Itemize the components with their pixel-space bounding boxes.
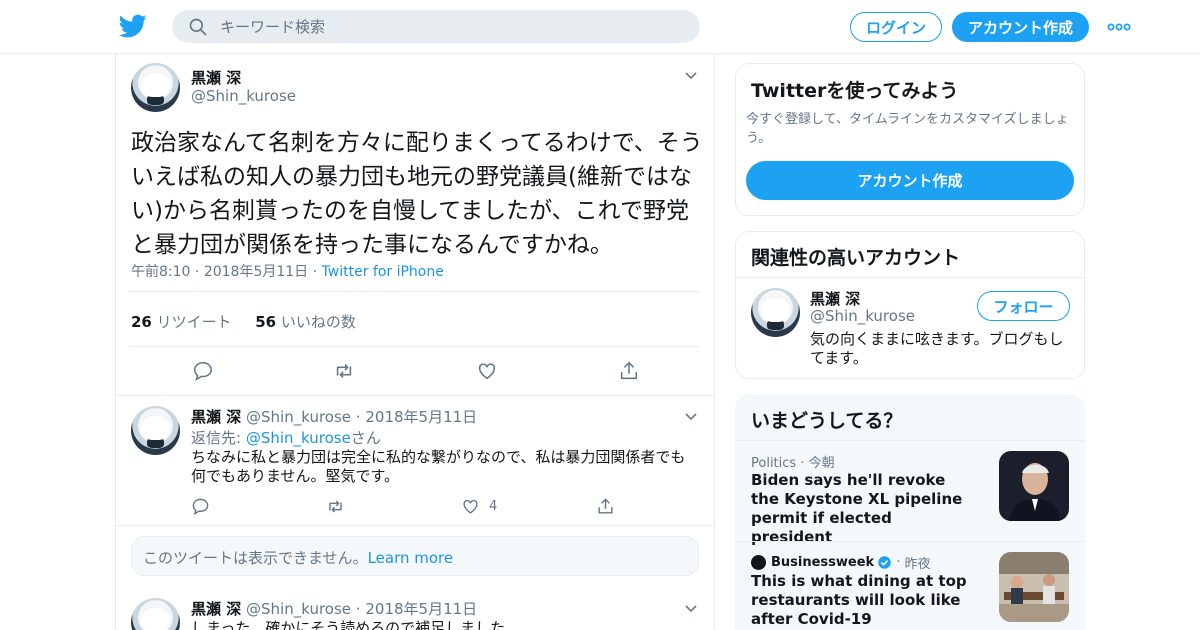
signup-card-title: Twitterを使ってみよう xyxy=(751,80,959,102)
signup-button[interactable]: アカウント作成 xyxy=(952,12,1089,42)
tweet-text: しまった、確かにそう読めるので補足しました xyxy=(191,619,506,630)
chevron-down-icon[interactable] xyxy=(684,604,698,614)
twitter-bird-icon[interactable] xyxy=(119,12,147,40)
meta-separator: · xyxy=(312,264,322,280)
unavailable-tweet-notice: このツイートは表示できません。Learn more xyxy=(131,536,699,576)
tweet-source-link[interactable]: Twitter for iPhone xyxy=(322,264,444,280)
retweet-stat[interactable]: 26 リツイート xyxy=(131,313,232,331)
meta-separator: · xyxy=(892,555,905,570)
reply-to-handle[interactable]: @Shin_kurose xyxy=(246,429,351,447)
avatar[interactable] xyxy=(131,598,180,630)
avatar[interactable] xyxy=(131,63,180,112)
tweet-stats: 26 リツイート 56 いいねの数 xyxy=(131,311,356,332)
tweet-time[interactable]: 午前8:10 xyxy=(131,264,190,280)
main-tweet: 黒瀬 深 @Shin_kurose 政治家なんて名刺を方々に配りまくってるわけで… xyxy=(116,54,714,396)
account-name[interactable]: 黒瀬 深 xyxy=(810,288,860,309)
tweet-actions: 4 xyxy=(191,497,631,517)
reply-icon[interactable] xyxy=(192,360,214,382)
trend-source: Businessweek · 昨夜 xyxy=(751,553,931,572)
retweet-icon[interactable] xyxy=(326,497,345,516)
chevron-down-icon[interactable] xyxy=(684,71,698,81)
divider xyxy=(129,346,699,347)
meta-separator: · xyxy=(355,408,361,426)
like-icon[interactable] xyxy=(476,360,498,382)
reply-to-prefix: 返信先: xyxy=(191,429,242,447)
reply-to-suffix: さん xyxy=(350,429,381,447)
signup-card-subtitle: 今すぐ登録して、タイムラインをカスタマイズしましょう。 xyxy=(746,112,1069,146)
divider xyxy=(129,291,699,292)
reply-tweet[interactable]: 黒瀬 深 @Shin_kurose · 2018年5月11日 返信先: @Shi… xyxy=(116,396,714,526)
avatar[interactable] xyxy=(131,406,180,455)
author-handle[interactable]: @Shin_kurose xyxy=(191,87,296,105)
author-handle[interactable]: @Shin_kurose xyxy=(246,408,351,426)
author-name[interactable]: 黒瀬 深 xyxy=(191,408,241,426)
follow-button[interactable]: フォロー xyxy=(977,291,1070,321)
account-handle[interactable]: @Shin_kurose xyxy=(810,307,915,325)
trend-item[interactable]: Businessweek · 昨夜 This is what dining at… xyxy=(736,541,1084,630)
search-bar[interactable] xyxy=(172,10,700,43)
trend-headline[interactable]: This is what dining at top restaurants w… xyxy=(751,572,971,629)
divider xyxy=(736,277,1084,278)
author-handle[interactable]: @Shin_kurose xyxy=(246,600,351,618)
meta-separator: · xyxy=(800,456,809,471)
learn-more-link[interactable]: Learn more xyxy=(368,549,454,567)
like-stat[interactable]: 56 いいねの数 xyxy=(255,313,356,331)
like-count: 4 xyxy=(489,499,498,514)
trend-category: Politics · 今朝 xyxy=(751,452,835,471)
retweet-label: リツイート xyxy=(156,313,232,331)
top-navigation-bar: ログイン アカウント作成 xyxy=(0,0,1200,54)
tweet-date[interactable]: 2018年5月11日 xyxy=(204,264,308,280)
reply-header: 黒瀬 深 @Shin_kurose · 2018年5月11日 xyxy=(191,406,477,427)
tweet-text: 政治家なんて名刺を方々に配りまくってるわけで、そういえば私の知人の暴力団も地元の… xyxy=(131,130,703,258)
search-icon xyxy=(189,18,207,35)
retweet-count: 26 xyxy=(131,313,152,331)
like-icon[interactable] xyxy=(461,497,480,516)
meta-separator: · xyxy=(355,600,361,618)
signup-card-button[interactable]: アカウント作成 xyxy=(746,161,1074,200)
trend-category-label[interactable]: Businessweek xyxy=(771,555,874,570)
tweet-text: ちなみに私と暴力団は完全に私的な繋がりなので、私は暴力団関係者でも何でもありませ… xyxy=(191,448,686,485)
reply-icon[interactable] xyxy=(191,497,210,516)
author-name[interactable]: 黒瀬 深 xyxy=(191,67,241,88)
verified-badge-icon xyxy=(878,556,891,569)
reply-tweet[interactable]: 黒瀬 深 @Shin_kurose · 2018年5月11日 しまった、確かにそ… xyxy=(116,588,714,630)
share-icon[interactable] xyxy=(596,497,615,516)
trend-thumbnail[interactable] xyxy=(999,451,1069,521)
relevant-accounts-card: 関連性の高いアカウント 黒瀬 深 @Shin_kurose フォロー 気の向くま… xyxy=(735,231,1085,379)
tweet-column: 黒瀬 深 @Shin_kurose 政治家なんて名刺を方々に配りまくってるわけで… xyxy=(115,54,715,630)
chevron-down-icon[interactable] xyxy=(684,412,698,422)
like-label: いいねの数 xyxy=(280,313,356,331)
share-icon[interactable] xyxy=(618,360,640,382)
like-count: 56 xyxy=(255,313,277,331)
avatar[interactable] xyxy=(751,288,800,337)
trend-thumbnail[interactable] xyxy=(999,552,1069,622)
trend-thumbnail-image xyxy=(999,451,1069,521)
tweet-date[interactable]: 2018年5月11日 xyxy=(365,408,477,426)
unavailable-text: このツイートは表示できません。 xyxy=(143,549,368,567)
tweet-actions xyxy=(192,358,652,384)
reply-header: 黒瀬 深 @Shin_kurose · 2018年5月11日 xyxy=(191,598,477,619)
account-bio: 気の向くままに呟きます。ブログもしてます。 xyxy=(810,330,1064,367)
reply-to: 返信先: @Shin_kuroseさん xyxy=(191,427,381,448)
trend-time: 昨夜 xyxy=(904,557,931,572)
trend-category-label: Politics xyxy=(751,456,797,471)
trend-item[interactable]: Politics · 今朝 Biden says he'll revoke th… xyxy=(736,440,1084,546)
relevant-accounts-title: 関連性の高いアカウント xyxy=(751,247,961,269)
trends-card: いまどうしてる？ Politics · 今朝 Biden says he'll … xyxy=(735,394,1085,630)
search-input[interactable] xyxy=(220,17,660,36)
signup-card: Twitterを使ってみよう 今すぐ登録して、タイムラインをカスタマイズしましょ… xyxy=(735,63,1085,216)
more-dots-icon[interactable] xyxy=(1107,20,1131,34)
trend-headline[interactable]: Biden says he'll revoke the Keystone XL … xyxy=(751,471,971,547)
retweet-icon[interactable] xyxy=(333,360,355,382)
trend-thumbnail-image xyxy=(999,552,1069,622)
login-button[interactable]: ログイン xyxy=(850,12,942,42)
trends-title: いまどうしてる？ xyxy=(751,410,903,432)
author-name[interactable]: 黒瀬 深 xyxy=(191,600,241,618)
tweet-timestamp: 午前8:10 · 2018年5月11日 · Twitter for iPhone xyxy=(131,261,444,281)
tweet-date[interactable]: 2018年5月11日 xyxy=(365,600,477,618)
meta-separator: · xyxy=(194,264,204,280)
businessweek-logo-icon xyxy=(751,555,766,570)
trend-time: 今朝 xyxy=(808,456,835,471)
